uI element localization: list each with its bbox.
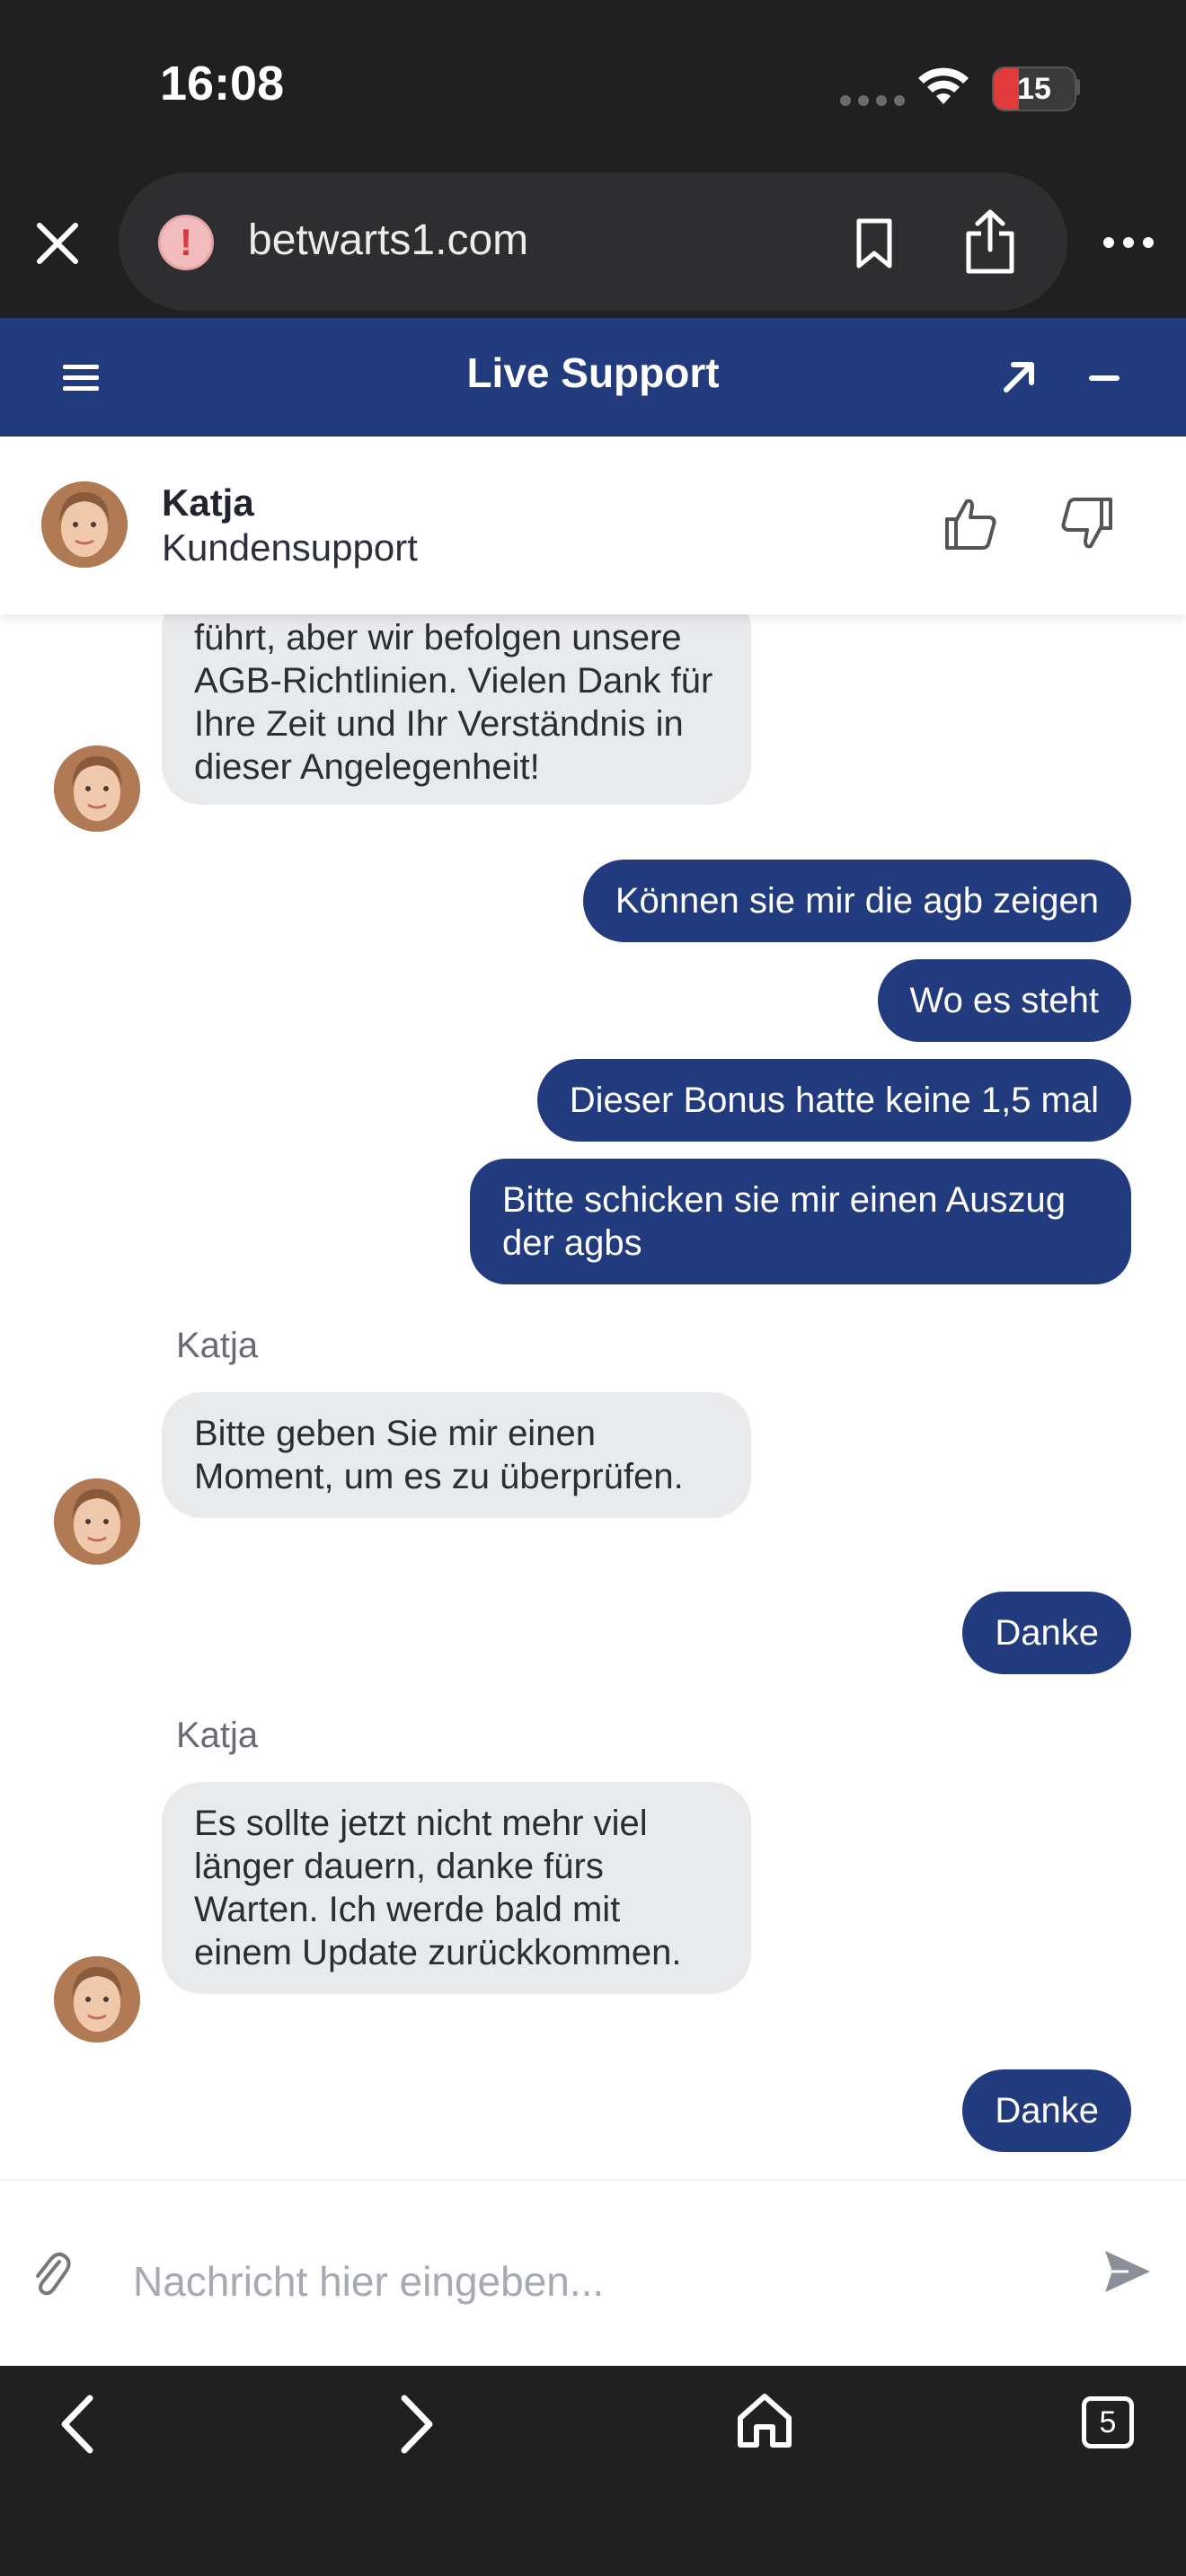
- forward-icon[interactable]: [395, 2393, 438, 2456]
- status-time: 16:08: [160, 57, 285, 110]
- battery-level: 15: [1017, 72, 1051, 106]
- user-message: Können sie mir die agb zeigen: [582, 860, 1131, 942]
- battery-tip: [1075, 79, 1080, 95]
- bookmark-icon[interactable]: [854, 217, 895, 269]
- url-text[interactable]: betwarts1.com: [248, 216, 528, 265]
- send-icon[interactable]: [1102, 2245, 1154, 2298]
- user-message: Dieser Bonus hatte keine 1,5 mal: [536, 1059, 1131, 1142]
- expand-icon[interactable]: [999, 357, 1039, 397]
- more-icon[interactable]: [1103, 237, 1154, 248]
- agent-message: führt, aber wir befolgen unsere AGB-Rich…: [162, 614, 751, 805]
- minimize-icon[interactable]: [1089, 375, 1120, 381]
- browser-bottom-bar: [0, 2366, 1186, 2576]
- battery-indicator: 15: [992, 66, 1076, 111]
- user-message: Danke: [962, 1592, 1131, 1674]
- message-input[interactable]: [133, 2245, 1058, 2317]
- avatar: [54, 1956, 140, 2042]
- agent-role: Kundensupport: [162, 526, 418, 569]
- share-icon[interactable]: [963, 208, 1017, 275]
- avatar: [54, 745, 140, 832]
- agent-message: Bitte geben Sie mir einen Moment, um es …: [162, 1392, 751, 1518]
- wifi-icon: [918, 67, 969, 104]
- user-message: Wo es steht: [877, 959, 1131, 1042]
- avatar: [41, 481, 128, 568]
- paperclip-icon[interactable]: [32, 2245, 72, 2303]
- cellular-signal-icon: [840, 95, 905, 106]
- agent-bar: [0, 437, 1186, 614]
- user-message: Bitte schicken sie mir einen Auszug der …: [470, 1159, 1131, 1284]
- avatar: [54, 1478, 140, 1565]
- thumbs-down-icon[interactable]: [1058, 496, 1114, 551]
- sender-name: Katja: [176, 1326, 259, 1365]
- warning-icon[interactable]: !: [158, 215, 214, 270]
- agent-message: Es sollte jetzt nicht mehr viel länger d…: [162, 1782, 751, 1994]
- home-icon[interactable]: [735, 2391, 794, 2450]
- thumbs-up-icon[interactable]: [943, 496, 999, 551]
- tabs-icon[interactable]: 5: [1082, 2396, 1134, 2448]
- back-icon[interactable]: [56, 2393, 99, 2456]
- user-message: Danke: [962, 2069, 1131, 2152]
- sender-name: Katja: [176, 1716, 259, 1755]
- agent-name: Katja: [162, 481, 254, 524]
- close-icon[interactable]: [34, 220, 81, 267]
- chat-messages: führt, aber wir befolgen unsere AGB-Rich…: [0, 614, 1186, 2179]
